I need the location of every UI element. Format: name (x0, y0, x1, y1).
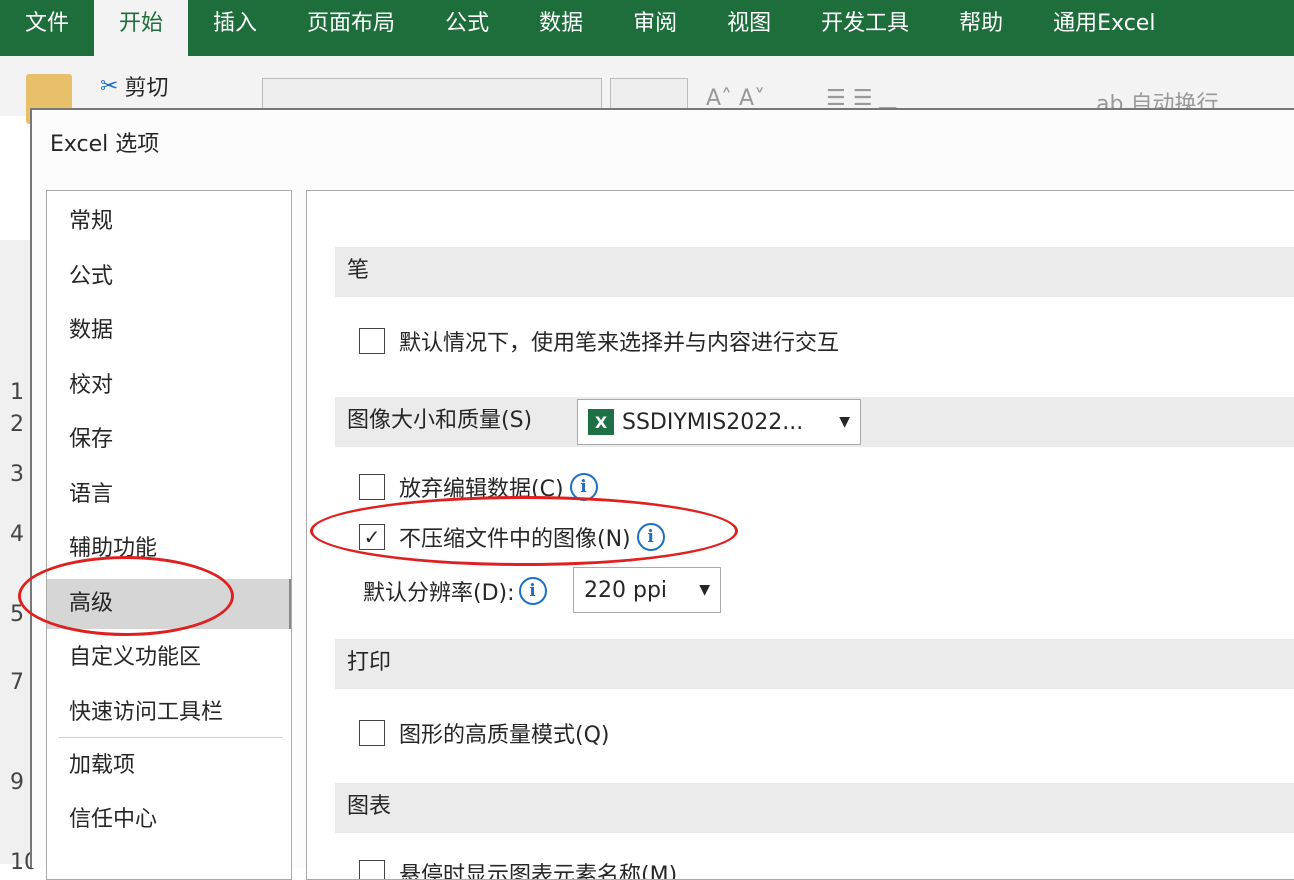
checkbox[interactable] (359, 328, 385, 354)
nav-item[interactable]: 语言 (47, 470, 291, 520)
option-pen-default[interactable]: 默认情况下，使用笔来选择并与内容进行交互 (359, 325, 839, 357)
checkbox[interactable] (359, 720, 385, 746)
option-chart-hover-names[interactable]: 悬停时显示图表元素名称(M) (359, 857, 678, 880)
workbook-select[interactable]: X SSDIYMIS2022... ▼ (577, 399, 861, 445)
row-headers: 1 2 3 4 5 7 9 10 (0, 240, 38, 875)
cut-label: 剪切 (124, 76, 169, 101)
info-icon[interactable]: i (518, 577, 547, 605)
nav-item[interactable]: 自定义功能区 (47, 633, 291, 683)
nav-item[interactable]: 加载项 (47, 741, 291, 791)
nav-item[interactable]: 快速访问工具栏 (47, 688, 291, 738)
ribbon-tab[interactable]: 审阅 (608, 0, 702, 56)
option-label: 悬停时显示图表元素名称(M) (399, 863, 678, 880)
scissors-icon: ✂ (100, 73, 119, 99)
nav-item[interactable]: 公式 (47, 252, 291, 302)
nav-item[interactable]: 保存 (47, 415, 291, 465)
ribbon-tab[interactable]: 开发工具 (796, 0, 934, 56)
ribbon-tab[interactable]: 文件 (0, 0, 94, 56)
workbook-name: SSDIYMIS2022... (622, 409, 804, 435)
dropdown-icon: ▼ (839, 414, 850, 430)
annotation-circle-advanced (18, 556, 234, 636)
resolution-value: 220 ppi (584, 577, 668, 603)
ribbon-tab[interactable]: 页面布局 (282, 0, 420, 56)
row-number[interactable]: 4 (10, 522, 24, 547)
dialog-title: Excel 选项 (50, 132, 160, 157)
options-nav: 常规 公式 数据 校对 保存 语言 辅助功能 高级 自定义功能区 快速访问工具栏 加载项 信任中心 (46, 190, 292, 880)
section-print: 打印 (335, 639, 1294, 689)
cut-button[interactable]: ✂ 剪切 (100, 70, 168, 102)
resolution-label: 默认分辨率(D): (363, 581, 515, 606)
excel-icon: X (588, 409, 614, 435)
ribbon-tab[interactable]: 公式 (420, 0, 514, 56)
option-label: 默认情况下，使用笔来选择并与内容进行交互 (399, 331, 840, 356)
annotation-circle-no-compress (310, 496, 738, 566)
ribbon-tab[interactable]: 开始 (94, 0, 189, 56)
ribbon-tab[interactable]: 视图 (702, 0, 796, 56)
nav-item[interactable]: 校对 (47, 361, 291, 411)
row-number[interactable]: 7 (10, 670, 24, 695)
row-number[interactable]: 2 (10, 412, 24, 437)
resolution-select[interactable]: 220 ppi ▼ (573, 567, 721, 613)
section-chart: 图表 (335, 783, 1294, 833)
ribbon-tab[interactable]: 通用Excel (1028, 0, 1180, 56)
ribbon-tab[interactable]: 帮助 (934, 0, 1028, 56)
nav-item[interactable]: 数据 (47, 306, 291, 356)
section-image: 图像大小和质量(S) (335, 397, 575, 447)
default-resolution-row: 默认分辨率(D): i (363, 575, 547, 607)
option-label: 图形的高质量模式(Q) (399, 723, 610, 748)
excel-options-dialog: Excel 选项 常规 公式 数据 校对 保存 语言 辅助功能 高级 自定义功能区 快速访问工具栏… (30, 108, 1294, 880)
row-number[interactable]: 1 (10, 380, 24, 405)
checkbox[interactable] (359, 860, 385, 879)
row-number[interactable]: 9 (10, 770, 24, 795)
dropdown-icon: ▼ (699, 582, 710, 598)
ribbon-tabs: 文件 开始 插入 页面布局 公式 数据 审阅 视图 开发工具 帮助 通用Excel (0, 0, 1294, 56)
option-high-quality-graphics[interactable]: 图形的高质量模式(Q) (359, 717, 609, 749)
nav-item[interactable]: 信任中心 (47, 795, 291, 845)
ribbon-tab[interactable]: 插入 (188, 0, 282, 56)
row-number[interactable]: 3 (10, 462, 24, 487)
checkbox[interactable] (359, 474, 385, 500)
section-pen: 笔 (335, 247, 1294, 297)
ribbon-tab[interactable]: 数据 (514, 0, 608, 56)
nav-item[interactable]: 常规 (47, 197, 291, 247)
